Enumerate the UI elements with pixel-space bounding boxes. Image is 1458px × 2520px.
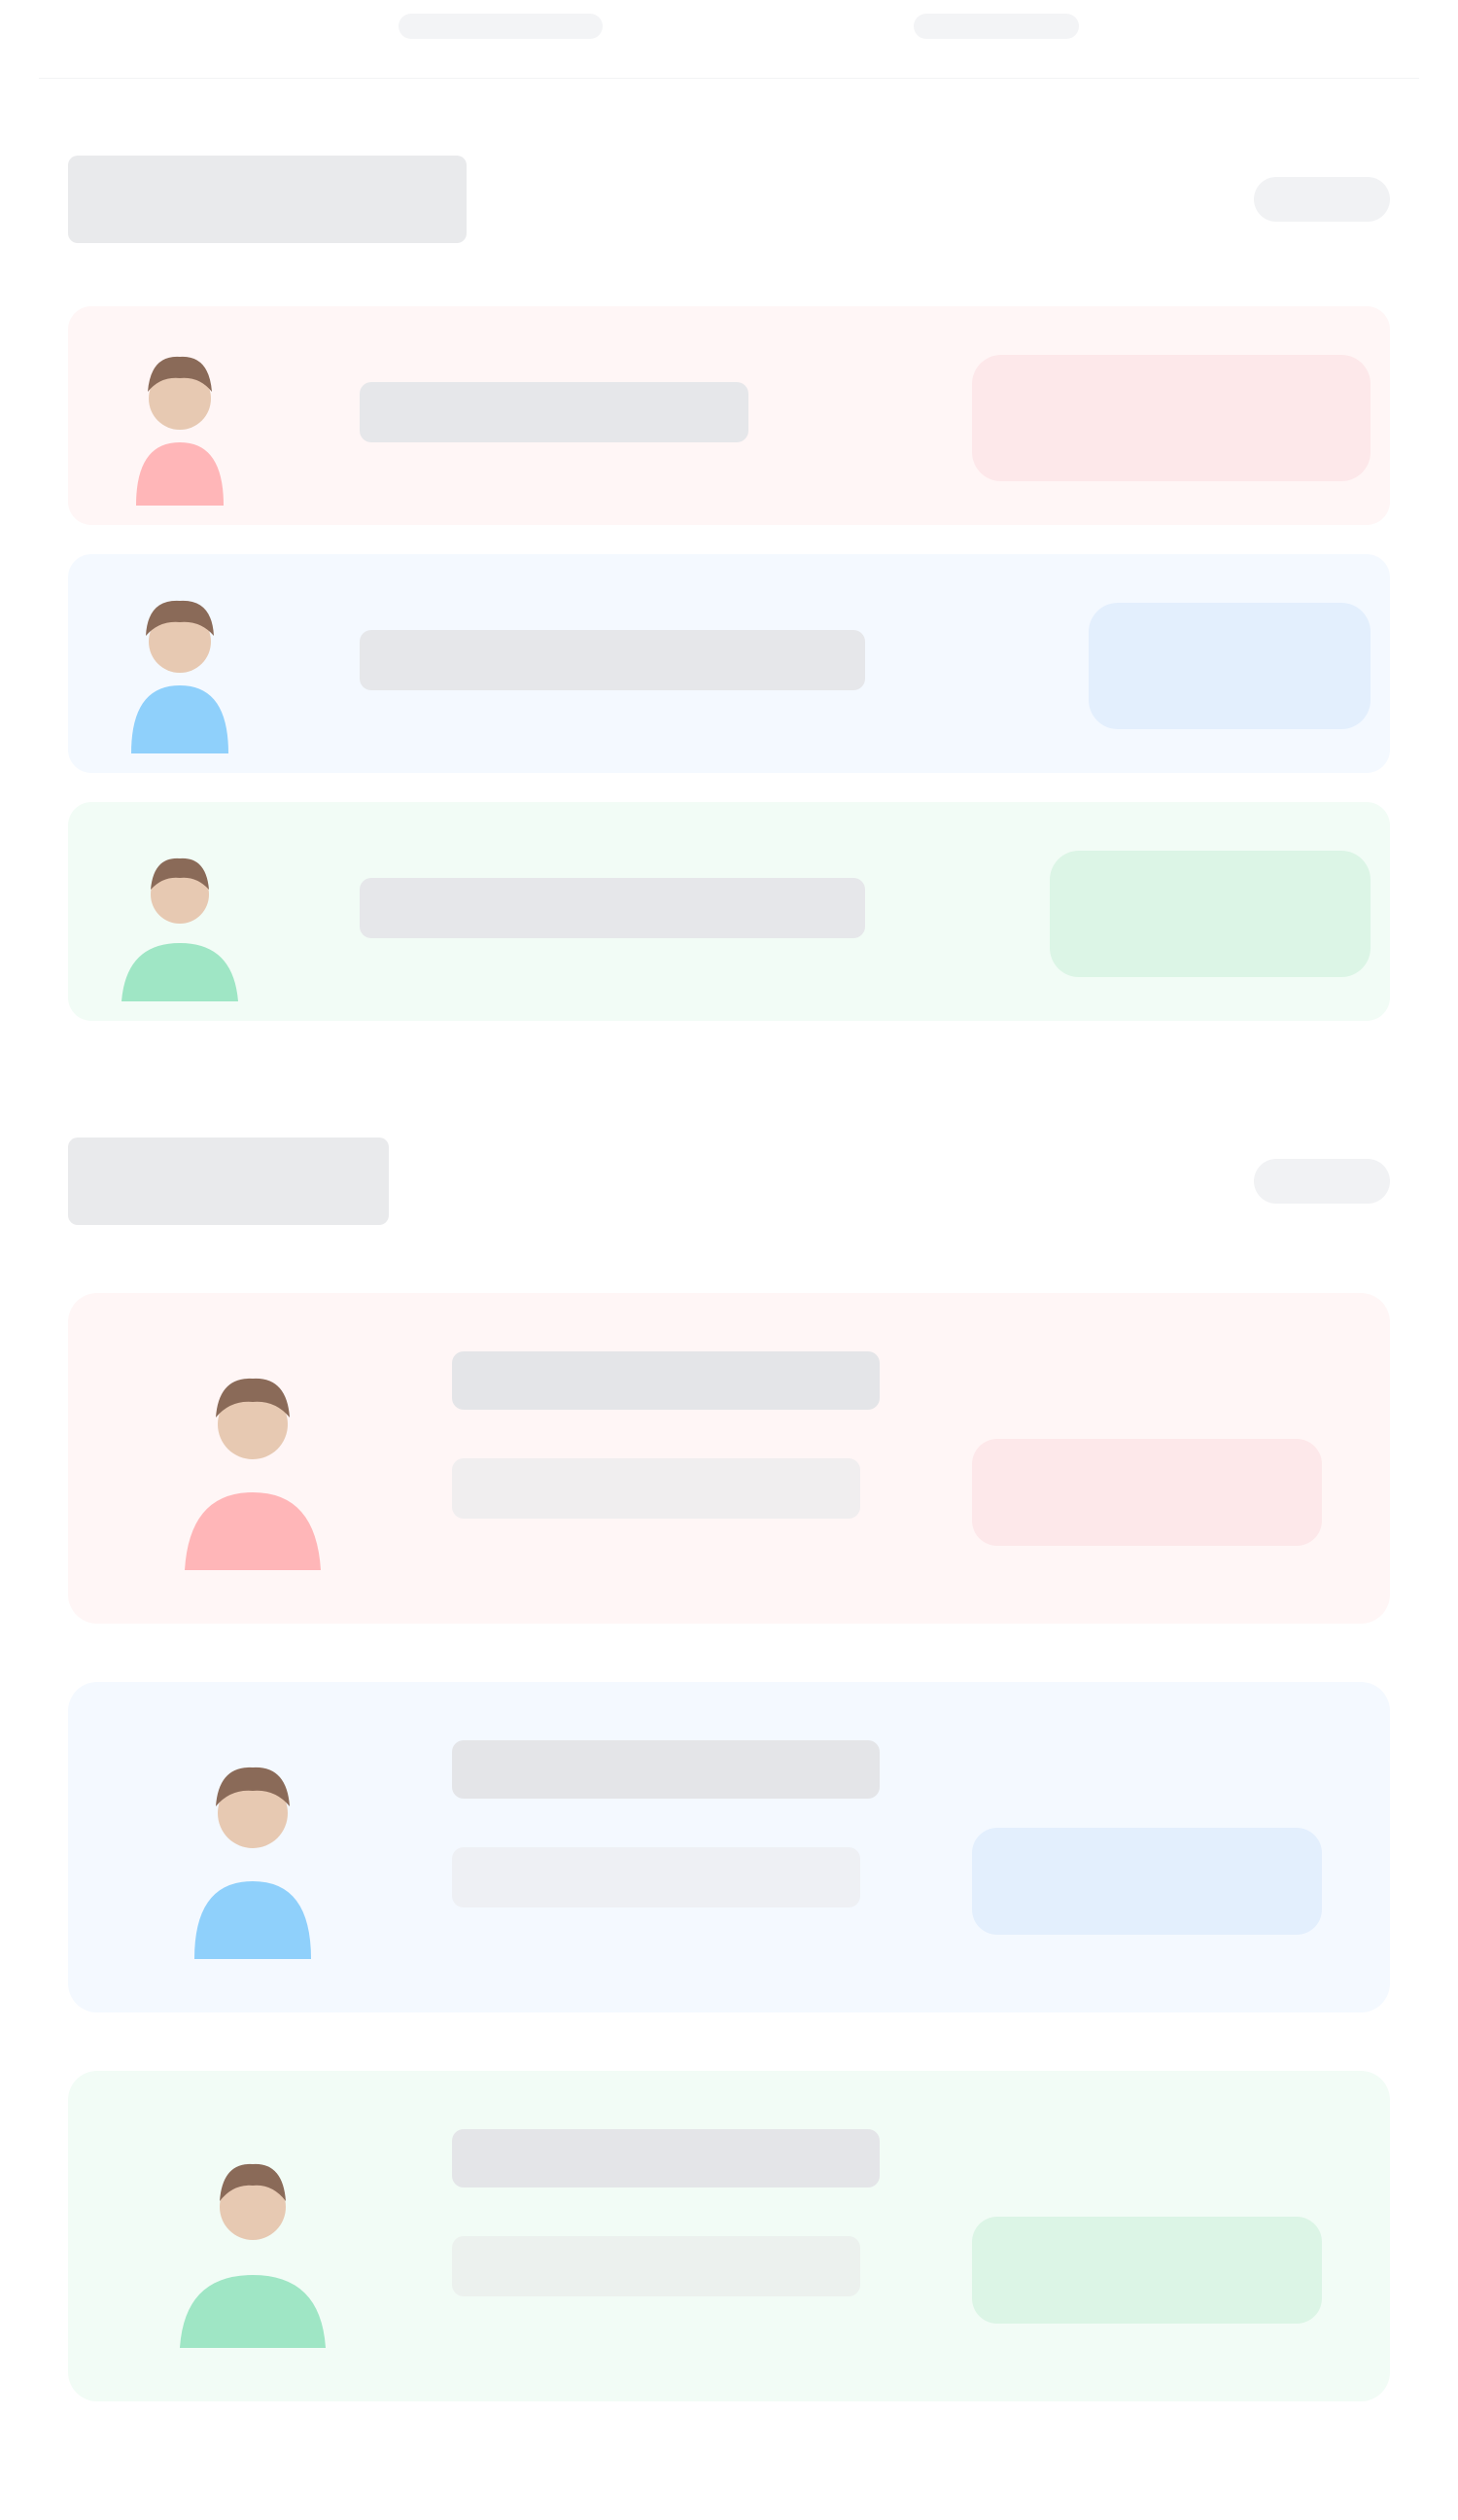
ranking-row[interactable] <box>68 554 1390 773</box>
message-tag[interactable] <box>972 1828 1322 1935</box>
ranking-section-header <box>68 156 1390 243</box>
ranking-row[interactable] <box>68 306 1390 525</box>
message-body <box>452 1458 860 1519</box>
ranking-action-button[interactable] <box>1050 851 1371 977</box>
messages-section-header <box>68 1138 1390 1225</box>
message-card[interactable] <box>68 1682 1390 2012</box>
message-card[interactable] <box>68 1293 1390 1624</box>
ranking-more-link[interactable] <box>1254 177 1390 222</box>
user-avatar-icon <box>180 2163 326 2348</box>
ranking-name <box>360 382 748 442</box>
message-title <box>452 2129 880 2188</box>
ranking-action-button[interactable] <box>1089 603 1371 729</box>
top-tab-left[interactable] <box>399 14 603 39</box>
message-body <box>452 1847 860 1908</box>
user-avatar-icon <box>194 1767 311 1959</box>
top-bar <box>39 0 1419 79</box>
message-title <box>452 1351 880 1410</box>
messages-section-title <box>68 1138 389 1225</box>
messages-more-link[interactable] <box>1254 1159 1390 1204</box>
ranking-name <box>360 630 865 690</box>
ranking-list <box>68 306 1390 1050</box>
ranking-name <box>360 878 865 938</box>
ranking-section-title <box>68 156 467 243</box>
message-title <box>452 1740 880 1799</box>
app-page <box>0 0 1458 2520</box>
message-tag[interactable] <box>972 2217 1322 2324</box>
ranking-action-button[interactable] <box>972 355 1371 481</box>
ranking-row[interactable] <box>68 802 1390 1021</box>
user-avatar-icon <box>185 1378 321 1570</box>
messages-list <box>68 1293 1390 2460</box>
user-avatar-icon <box>136 356 224 506</box>
message-body <box>452 2236 860 2296</box>
user-avatar-icon <box>131 600 228 753</box>
top-tab-right[interactable] <box>914 14 1079 39</box>
message-card[interactable] <box>68 2071 1390 2401</box>
user-avatar-icon <box>122 858 238 1001</box>
message-tag[interactable] <box>972 1439 1322 1546</box>
